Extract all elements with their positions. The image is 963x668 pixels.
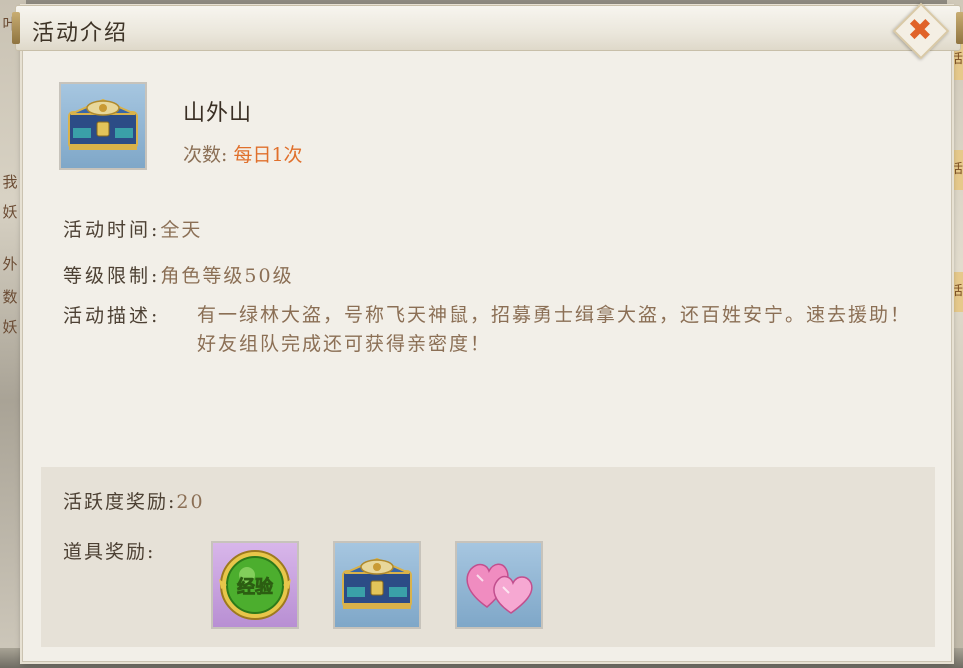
reward-item-slot[interactable] — [333, 541, 421, 629]
reward-panel: 活跃度奖励:20 道具奖励: 经验 — [41, 467, 935, 647]
bg-left-tag: 我 — [2, 173, 18, 191]
activity-desc-label: 活动描述: — [63, 305, 161, 327]
count-value: 每日1次 — [233, 144, 303, 166]
treasure-chest-icon — [68, 98, 138, 150]
close-x-icon[interactable]: ✖ — [907, 15, 933, 47]
pink-hearts-icon — [466, 563, 533, 614]
bg-left-tag: 外 — [2, 255, 18, 273]
activity-intro-dialog: 活动介绍 ✖ 山外山 次数: 每日1次 活动时间:全天 等级限制:角色等级50级… — [12, 2, 963, 662]
activity-name: 山外山 — [183, 101, 253, 126]
activity-desc-value: 有一绿林大盗，号称飞天神鼠，招募勇士缉拿大盗，还百姓安宁。速去援助！好友组队完成… — [197, 304, 912, 355]
dialog-title: 活动介绍 — [32, 21, 129, 46]
level-limit-row: 等级限制:角色等级50级 — [63, 261, 294, 288]
activity-count-row: 次数: 每日1次 — [183, 140, 303, 167]
level-limit-label: 等级限制: — [63, 265, 161, 287]
exp-orb-text: 经验 — [237, 576, 274, 598]
activity-points-label: 活跃度奖励: — [63, 491, 177, 513]
reward-item-slot[interactable] — [455, 541, 543, 629]
bg-left-tag: 数 — [2, 288, 18, 306]
dialog-title-bar: 活动介绍 — [12, 5, 963, 51]
bg-left-tag: 妖 — [2, 318, 18, 336]
activity-time-value: 全天 — [160, 219, 203, 241]
activity-time-row: 活动时间:全天 — [63, 215, 202, 242]
bg-left-tag: 妖 — [2, 203, 18, 221]
level-limit-value: 角色等级50级 — [160, 265, 294, 287]
reward-item-slot[interactable]: 经验 — [211, 541, 299, 629]
activity-time-label: 活动时间: — [63, 219, 161, 241]
item-rewards-label: 道具奖励: — [63, 541, 156, 563]
activity-desc-row: 活动描述: — [63, 301, 160, 328]
activity-points-value: 20 — [176, 491, 205, 513]
count-label: 次数: — [183, 144, 228, 166]
treasure-chest-icon — [342, 557, 412, 609]
exp-orb-icon: 经验 — [219, 550, 291, 620]
activity-points-row: 活跃度奖励:20 — [63, 487, 205, 514]
activity-icon-slot[interactable] — [59, 82, 147, 170]
